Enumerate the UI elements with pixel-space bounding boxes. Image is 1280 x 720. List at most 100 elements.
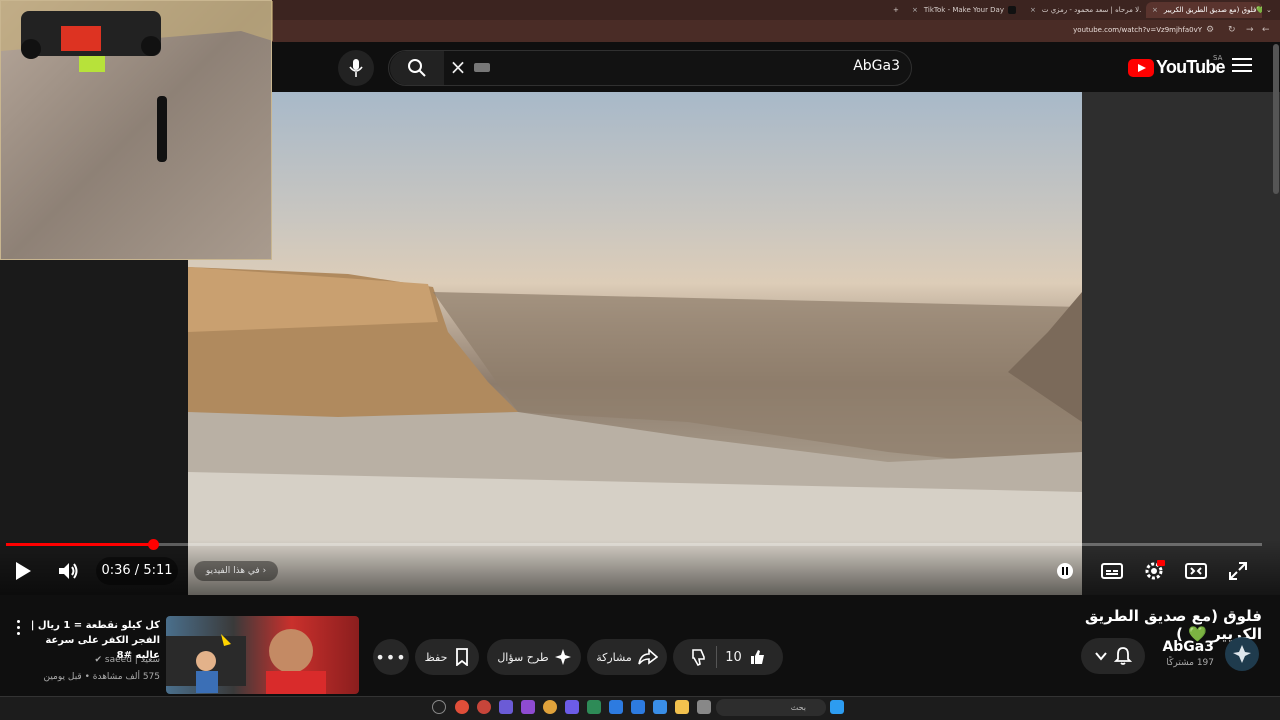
notification-subscribe-button[interactable] xyxy=(1081,638,1145,674)
play-icon xyxy=(16,562,31,580)
desert-landscape-image xyxy=(188,267,1082,595)
like-dislike-group: 10 xyxy=(673,639,783,675)
youtube-logo-icon xyxy=(1128,58,1154,77)
player-controls xyxy=(0,540,1280,595)
reload-icon[interactable]: ↻ xyxy=(1228,25,1236,35)
search-icon xyxy=(408,59,426,77)
app-icon[interactable] xyxy=(565,700,579,714)
mail-icon[interactable] xyxy=(609,700,623,714)
tab-label: لا مرحاه | سعد محمود - رمزي ت... xyxy=(1041,6,1142,14)
windows-start-icon[interactable] xyxy=(830,700,844,714)
back-icon[interactable]: ← xyxy=(1262,25,1270,35)
tab-label: فلوق (مع صديق الطريق الكريير💚 xyxy=(1163,6,1262,14)
forward-icon[interactable]: → xyxy=(1246,25,1254,35)
youtube-logo[interactable]: YouTube xyxy=(1128,57,1226,78)
app-icon[interactable] xyxy=(587,700,601,714)
channel-avatar[interactable] xyxy=(1225,637,1259,671)
app-icon[interactable] xyxy=(653,700,667,714)
task-view-icon[interactable] xyxy=(697,700,711,714)
webcam-image xyxy=(1,1,273,162)
thumbnail-image xyxy=(166,629,326,694)
save-label: حفظ xyxy=(424,650,448,664)
search-button[interactable] xyxy=(390,51,444,85)
progress-bar-played xyxy=(6,543,153,546)
dislike-icon[interactable] xyxy=(690,648,708,666)
channel-logo-icon xyxy=(1233,645,1251,663)
settings-button[interactable] xyxy=(1141,558,1167,584)
tiktok-icon xyxy=(1008,6,1016,14)
progress-bar[interactable] xyxy=(6,543,1262,546)
keyboard-icon[interactable] xyxy=(474,63,490,72)
autoplay-toggle[interactable] xyxy=(1052,558,1078,584)
voice-search-button[interactable] xyxy=(338,50,374,86)
chapter-button[interactable]: في هذا الفيديو › xyxy=(194,561,278,581)
tab-tiktok[interactable]: × TikTok - Make Your Day xyxy=(912,2,1022,18)
tab-youtube-active[interactable]: × فلوق (مع صديق الطريق الكريير💚 xyxy=(1146,2,1262,18)
app-icon[interactable] xyxy=(631,700,645,714)
search-taskbar-icon[interactable] xyxy=(432,700,446,714)
save-button[interactable]: حفظ xyxy=(415,639,479,675)
settings-icon[interactable]: ⚙ xyxy=(1206,25,1214,35)
theater-icon xyxy=(1185,563,1207,579)
chrome-icon[interactable] xyxy=(455,700,469,714)
suggested-video-menu[interactable] xyxy=(12,620,24,638)
new-tab-button[interactable]: + xyxy=(893,2,899,18)
subscriber-count: 197 مشتركًا xyxy=(1166,658,1214,668)
time-display: 0:36 / 5:11 xyxy=(96,557,178,585)
chapter-label: في هذا الفيديو xyxy=(205,566,260,576)
region-code: SA xyxy=(1213,54,1223,62)
suggested-video-channel: سعيد | saeed ✔ xyxy=(30,655,161,665)
close-icon[interactable]: × xyxy=(1152,6,1158,14)
fullscreen-button[interactable] xyxy=(1225,558,1251,584)
subtitles-icon xyxy=(1101,563,1123,579)
page-scrollbar[interactable] xyxy=(1273,44,1279,194)
menu-button[interactable] xyxy=(1232,58,1252,76)
chevron-down-icon xyxy=(1094,652,1107,661)
folder-icon[interactable] xyxy=(675,700,689,714)
fullscreen-icon xyxy=(1229,562,1247,580)
suggested-channel-name: سعيد | saeed xyxy=(104,655,160,665)
chrome-alt-icon[interactable] xyxy=(543,700,557,714)
share-label: مشاركة xyxy=(596,650,632,664)
mute-button[interactable] xyxy=(56,558,82,584)
taskbar-search[interactable]: بحث xyxy=(716,699,826,716)
share-icon xyxy=(637,648,658,665)
app-icon[interactable] xyxy=(499,700,513,714)
search-query[interactable]: AbGa3 xyxy=(800,58,900,74)
webcam-overlay xyxy=(0,0,273,260)
mic-icon xyxy=(349,59,363,77)
like-icon[interactable] xyxy=(748,648,766,666)
verified-icon: ✔ xyxy=(94,655,103,665)
suggested-video-thumbnail[interactable] xyxy=(166,616,359,694)
url-field[interactable]: youtube.com/watch?v=Vz9mjhfa0vY xyxy=(1073,26,1202,34)
player-side-area xyxy=(1082,92,1280,595)
clear-search-button[interactable]: × xyxy=(448,56,468,80)
gear-icon xyxy=(1145,560,1165,580)
video-title: فلوق (مع صديق الطريق الكريير 💚 ) xyxy=(1040,607,1262,643)
play-button[interactable] xyxy=(10,558,36,584)
app-icon[interactable] xyxy=(521,700,535,714)
divider xyxy=(716,646,718,668)
scrubber-handle[interactable] xyxy=(148,539,159,550)
tab-list-icon[interactable]: ⌄ xyxy=(1266,2,1272,18)
share-button[interactable]: مشاركة xyxy=(587,639,667,675)
channel-name[interactable]: AbGa3 xyxy=(1150,639,1214,655)
volume-icon xyxy=(59,563,78,579)
tab-youtube-other[interactable]: × لا مرحاه | سعد محمود - رمزي ت... xyxy=(1030,2,1142,18)
more-actions-button[interactable]: ••• xyxy=(373,639,409,675)
ask-button[interactable]: طرح سؤال xyxy=(487,639,581,675)
like-count: 10 xyxy=(725,649,742,665)
video-frame[interactable] xyxy=(188,92,1082,595)
sparkle-icon xyxy=(554,649,571,665)
close-icon[interactable]: × xyxy=(1030,6,1036,14)
bookmark-icon xyxy=(456,648,469,666)
tab-label: TikTok - Make Your Day xyxy=(923,6,1004,14)
pause-toggle-icon xyxy=(1057,563,1073,579)
theater-mode-button[interactable] xyxy=(1183,558,1209,584)
suggested-video-meta: 575 ألف مشاهدة • قبل يومين xyxy=(43,672,160,682)
ask-label: طرح سؤال xyxy=(497,650,549,664)
captions-button[interactable] xyxy=(1099,558,1125,584)
close-icon[interactable]: × xyxy=(912,6,918,14)
more-icon: ••• xyxy=(375,647,407,667)
opera-icon[interactable] xyxy=(477,700,491,714)
